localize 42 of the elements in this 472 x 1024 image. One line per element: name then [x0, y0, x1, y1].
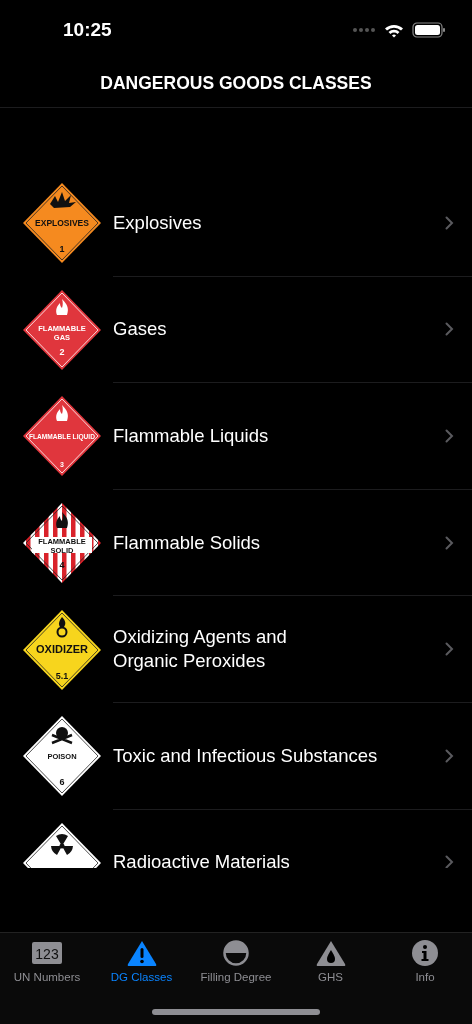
chevron-icon: [445, 642, 454, 657]
info-icon: [409, 939, 441, 967]
half-filled-circle-icon: [220, 939, 252, 967]
class-title[interactable]: Toxic and Infectious Substances: [113, 743, 378, 768]
class-title[interactable]: Flammable Solids: [113, 530, 261, 555]
explosion-icon: [50, 192, 76, 209]
class-number: 1: [59, 244, 65, 255]
class-title[interactable]: Oxidizing Agents and Organic Peroxides: [113, 625, 287, 674]
chevron-icon: [445, 748, 454, 763]
class-title[interactable]: Explosives: [113, 210, 202, 235]
flame-icon: [56, 298, 68, 315]
chevron-icon: [445, 215, 454, 230]
skull-crossbones-icon: [50, 727, 74, 745]
class-title[interactable]: Flammable Liquids: [113, 423, 269, 448]
class-number: 5.1: [55, 670, 69, 681]
class-number: 4: [59, 560, 65, 571]
status-time: 10:25: [63, 17, 112, 42]
tab-button[interactable]: 123 UN Numbers: [0, 933, 94, 1024]
signal-icon: [352, 27, 376, 33]
flame-over-circle-icon: [56, 616, 68, 638]
class-title[interactable]: Radioactive Materials: [113, 850, 290, 868]
drop-in-triangle-icon: [314, 939, 347, 967]
radiation-icon: [51, 834, 73, 855]
chevron-icon: [445, 535, 454, 550]
class-title[interactable]: Gases: [113, 317, 167, 342]
flame-icon: [56, 405, 68, 422]
chevron-icon: [445, 322, 454, 337]
chevron-icon: [445, 855, 454, 868]
tab-button[interactable]: Filling Degree: [189, 933, 283, 1024]
placard-label: OXIDIZER: [36, 642, 88, 655]
warning-icon: [125, 939, 158, 967]
class-number: 6: [59, 777, 65, 788]
flame-icon: [56, 512, 68, 529]
screen-title: DANGEROUS GOODS CLASSES: [100, 72, 372, 96]
battery-icon: [412, 22, 446, 38]
chevron-icon: [445, 429, 454, 443]
tab-button[interactable]: Info: [378, 933, 472, 1024]
number-box-icon: 123: [31, 939, 63, 967]
class-number: 2: [59, 346, 65, 357]
placard-label: EXPLOSIVES: [35, 218, 89, 229]
tab-button[interactable]: DG Classes: [94, 933, 189, 1024]
wifi-icon: [384, 22, 404, 38]
